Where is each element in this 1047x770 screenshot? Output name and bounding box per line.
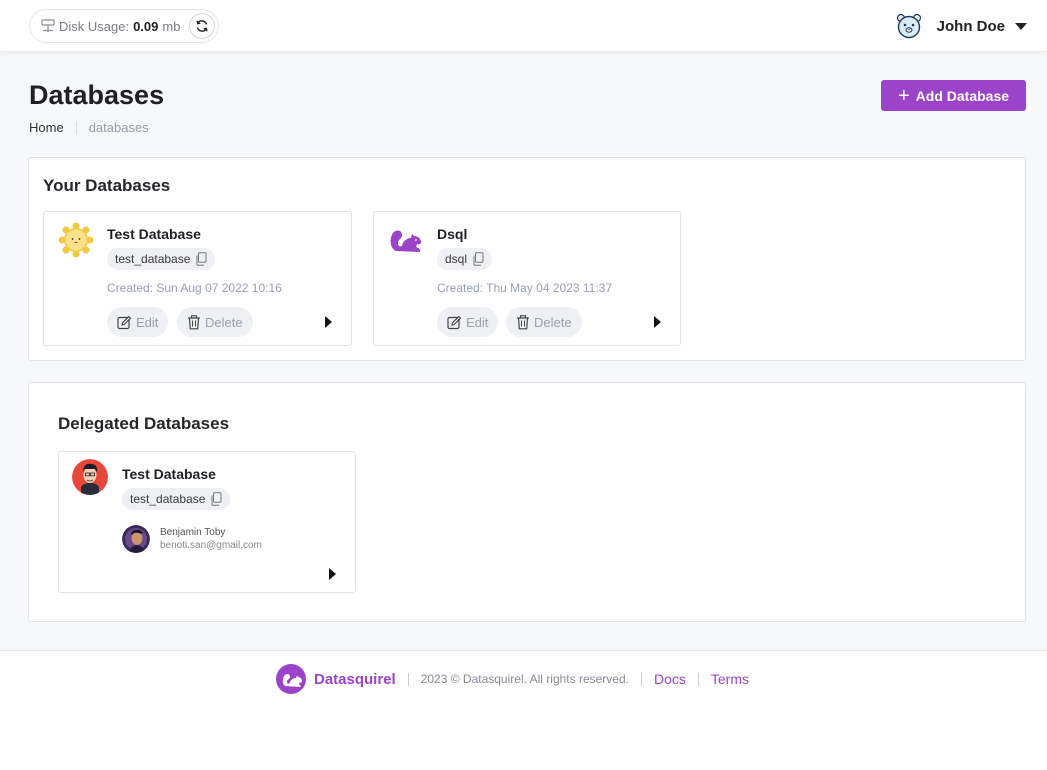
database-slug[interactable]: dsql (437, 248, 493, 270)
top-bar: Disk Usage: 0.09 mb John Doe (0, 0, 1047, 52)
database-slug-text: test_database (130, 492, 206, 506)
disk-usage-label: Disk Usage: (59, 18, 130, 34)
delegated-databases-title: Delegated Databases (58, 414, 230, 433)
footer-docs-link[interactable]: Docs (654, 671, 686, 687)
breadcrumb-home[interactable]: Home (29, 120, 64, 135)
created-date: Created: Thu May 04 2023 11:37 (437, 281, 613, 295)
database-name: Test Database (122, 466, 216, 482)
copy-icon[interactable] (210, 492, 222, 506)
open-arrow-icon[interactable] (654, 316, 661, 328)
database-owner: Benjamin Toby benoti.san@gmail.com (122, 525, 262, 553)
footer-copyright: 2023 © Datasquirel. All rights reserved. (420, 672, 629, 686)
database-name: Test Database (107, 226, 201, 242)
page-title: Databases (29, 80, 165, 110)
squirrel-avatar-icon (386, 220, 426, 260)
disk-usage-indicator: Disk Usage: 0.09 mb (29, 9, 219, 43)
delete-label: Delete (534, 314, 572, 330)
edit-label: Edit (466, 314, 489, 330)
your-databases-panel: Your Databases Test Database test_databa… (28, 157, 1026, 361)
owner-avatar-icon (122, 525, 150, 553)
breadcrumb: Home databases (29, 120, 149, 135)
add-database-button[interactable]: + Add Database (881, 80, 1026, 111)
edit-button[interactable]: Edit (107, 307, 169, 337)
refresh-icon (196, 20, 208, 32)
footer-separator (407, 672, 409, 686)
database-slug[interactable]: test_database (107, 248, 216, 270)
delete-button[interactable]: Delete (177, 307, 253, 337)
datasquirel-logo-icon (276, 664, 306, 694)
database-slug[interactable]: test_database (122, 488, 231, 510)
user-name: John Doe (936, 17, 1005, 35)
delete-label: Delete (205, 314, 243, 330)
delegated-database-card[interactable]: Test Database test_database Benjamin Tob… (58, 451, 356, 593)
trash-icon (188, 314, 200, 329)
person-avatar-icon (72, 459, 108, 495)
edit-label: Edit (136, 314, 159, 330)
edit-icon (447, 315, 462, 329)
delegated-databases-panel: Delegated Databases Test Database test_d… (28, 382, 1026, 622)
sun-avatar-icon (56, 220, 96, 260)
owner-email: benoti.san@gmail.com (160, 540, 262, 551)
open-arrow-icon[interactable] (325, 316, 332, 328)
edit-icon (117, 315, 132, 329)
your-databases-title: Your Databases (43, 176, 171, 195)
breadcrumb-separator (75, 121, 77, 134)
refresh-button[interactable] (189, 13, 215, 39)
footer-separator (640, 672, 642, 686)
trash-icon (517, 314, 529, 329)
database-card[interactable]: Dsql dsql Created: Thu May 04 2023 11:37… (373, 211, 681, 346)
disk-usage-unit: mb (162, 18, 181, 34)
created-date: Created: Sun Aug 07 2022 10:16 (107, 281, 282, 295)
user-menu[interactable]: John Doe (896, 12, 1027, 40)
disk-usage-value: 0.09 (133, 18, 159, 34)
bear-avatar-icon (896, 13, 922, 39)
footer-brand[interactable]: Datasquirel (314, 671, 396, 688)
open-arrow-icon[interactable] (329, 568, 336, 580)
footer-separator (697, 672, 699, 686)
caret-down-icon (1015, 22, 1027, 30)
copy-icon[interactable] (472, 252, 484, 266)
plus-icon: + (897, 84, 910, 107)
delete-button[interactable]: Delete (506, 307, 582, 337)
breadcrumb-current: databases (88, 120, 149, 135)
copy-icon[interactable] (195, 252, 207, 266)
owner-name: Benjamin Toby (160, 527, 226, 538)
footer-terms-link[interactable]: Terms (711, 671, 749, 687)
database-slug-text: test_database (115, 252, 191, 266)
database-name: Dsql (437, 226, 468, 242)
add-database-label: Add Database (915, 87, 1010, 104)
database-card[interactable]: Test Database test_database Created: Sun… (43, 211, 352, 346)
database-slug-text: dsql (445, 252, 468, 266)
edit-button[interactable]: Edit (437, 307, 499, 337)
footer: Datasquirel 2023 © Datasquirel. All righ… (276, 664, 749, 694)
server-icon (41, 19, 55, 33)
